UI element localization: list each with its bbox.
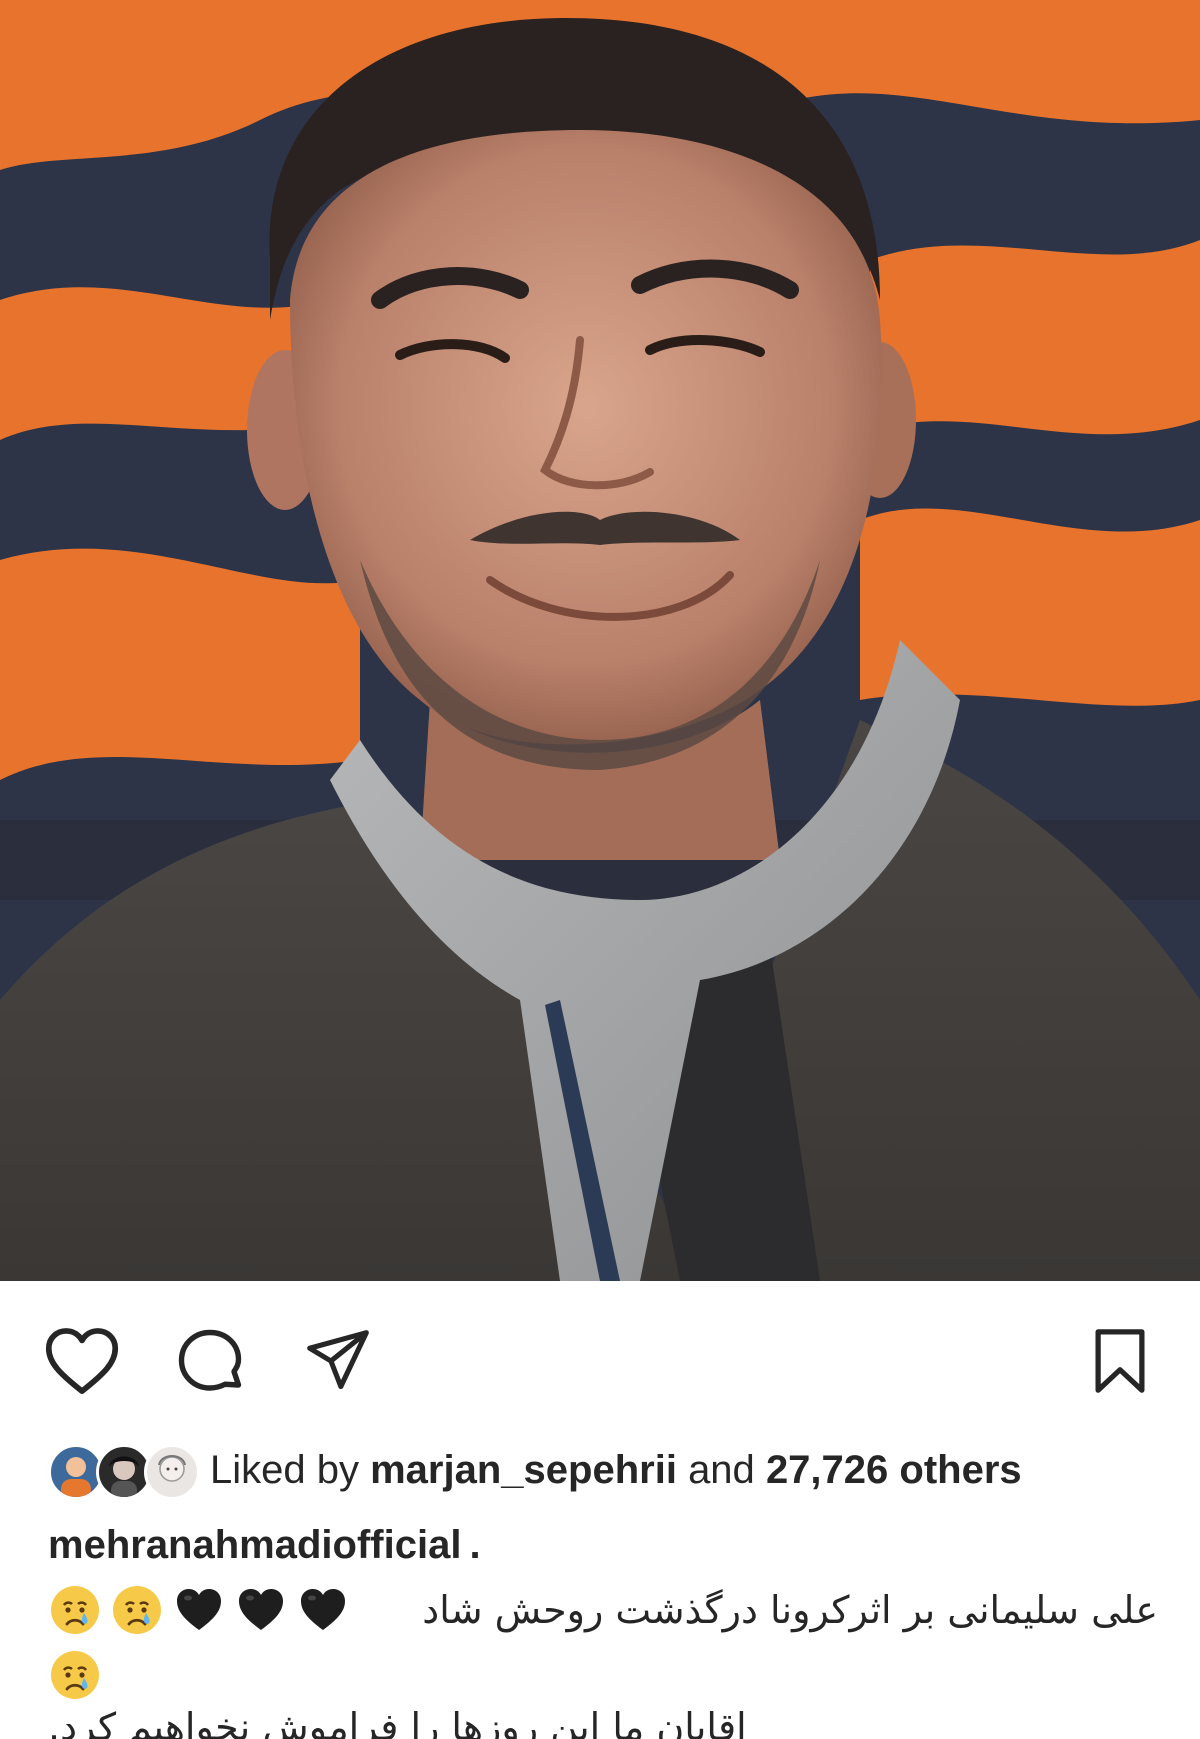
- black-heart-emoji-icon: [177, 1589, 221, 1630]
- likes-count[interactable]: 27,726 others: [766, 1448, 1022, 1493]
- heart-outline-icon: [45, 1328, 119, 1394]
- caption-line-1: علی سلیمانی بر اثرکرونا درگذشت روحش شاد: [48, 1578, 1158, 1642]
- caption-text-line-3: اقایان ما این روزها را فراموش نخواهیم کر…: [48, 1705, 747, 1739]
- caption-username-line: mehranahmadiofficial.: [48, 1523, 481, 1568]
- post-photo[interactable]: [0, 0, 1200, 1281]
- avatar: [144, 1444, 200, 1500]
- crying-face-emoji-icon: [113, 1586, 161, 1634]
- crying-face-emoji-icon: [51, 1651, 99, 1699]
- likes-prefix: Liked by: [210, 1447, 359, 1492]
- caption-username-suffix: .: [469, 1523, 481, 1567]
- crying-face-emoji-icon: [51, 1586, 99, 1634]
- share-button[interactable]: [298, 1321, 378, 1401]
- portrait-illustration: [0, 0, 1200, 1281]
- comment-bubble-icon: [178, 1329, 242, 1391]
- caption-text-line-1: علی سلیمانی بر اثرکرونا درگذشت روحش شاد: [422, 1588, 1158, 1632]
- liker-avatars[interactable]: [48, 1442, 200, 1500]
- paper-plane-icon: [307, 1330, 369, 1390]
- bookmark-icon: [1095, 1329, 1145, 1393]
- comment-button[interactable]: [170, 1321, 250, 1401]
- caption-emoji-row: [48, 1583, 350, 1637]
- black-heart-emoji-icon: [239, 1589, 283, 1630]
- instagram-post: Liked by marjan_sepehrii and 27,726 othe…: [0, 0, 1200, 1739]
- likes-summary[interactable]: Liked by marjan_sepehrii and 27,726 othe…: [48, 1440, 1022, 1500]
- black-heart-emoji-icon: [301, 1589, 345, 1630]
- like-button[interactable]: [42, 1321, 122, 1401]
- caption-username[interactable]: mehranahmadiofficial: [48, 1523, 461, 1567]
- save-button[interactable]: [1080, 1321, 1160, 1401]
- caption-line-2: [48, 1645, 1158, 1705]
- likes-joiner: and: [688, 1447, 755, 1492]
- liker-username[interactable]: marjan_sepehrii: [370, 1448, 677, 1493]
- post-action-bar: [0, 1281, 1200, 1429]
